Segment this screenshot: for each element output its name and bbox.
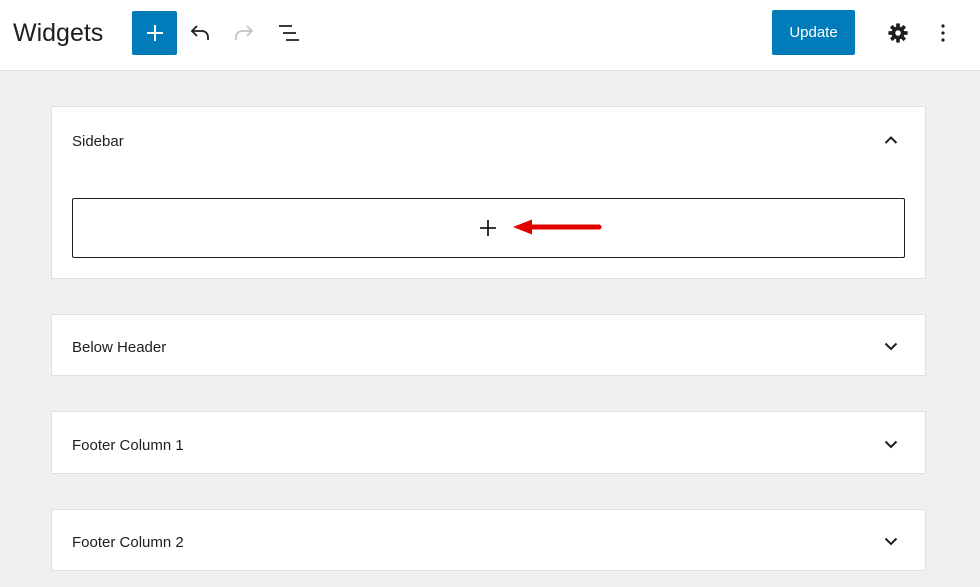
undo-icon	[190, 25, 209, 40]
widget-area-sidebar: Sidebar	[51, 106, 926, 279]
redo-button[interactable]	[226, 11, 262, 55]
red-arrow-icon	[513, 219, 602, 235]
expand-toggle[interactable]	[879, 529, 903, 553]
redo-icon	[235, 25, 254, 40]
list-view-button[interactable]	[271, 11, 307, 55]
widget-area-title: Sidebar	[72, 133, 124, 150]
options-button[interactable]	[925, 11, 961, 55]
chevron-up-icon	[884, 136, 898, 144]
plus-icon	[480, 220, 496, 236]
settings-button[interactable]	[880, 11, 916, 55]
update-button[interactable]: Update	[772, 10, 855, 55]
add-block-button[interactable]	[132, 11, 177, 55]
widget-area-footer-column-1[interactable]: Footer Column 1	[51, 411, 926, 474]
expand-toggle[interactable]	[879, 432, 903, 456]
undo-button[interactable]	[182, 11, 218, 55]
widget-area-title: Footer Column 2	[72, 534, 184, 551]
gear-icon	[888, 23, 908, 43]
editor-header: Widgets Update	[0, 0, 980, 71]
more-vertical-icon	[941, 24, 945, 42]
widget-area-footer-column-2[interactable]: Footer Column 2	[51, 509, 926, 571]
collapse-toggle[interactable]	[879, 128, 903, 152]
plus-icon	[146, 25, 163, 41]
list-view-icon	[279, 25, 299, 41]
block-appender[interactable]	[72, 198, 905, 258]
widget-area-title: Below Header	[72, 339, 167, 356]
widget-area-title: Footer Column 1	[72, 437, 184, 454]
page-title: Widgets	[13, 19, 104, 47]
chevron-down-icon	[884, 440, 898, 449]
widget-area-below-header[interactable]: Below Header	[51, 314, 926, 376]
chevron-down-icon	[884, 537, 898, 546]
expand-toggle[interactable]	[879, 334, 903, 358]
chevron-down-icon	[884, 342, 898, 351]
